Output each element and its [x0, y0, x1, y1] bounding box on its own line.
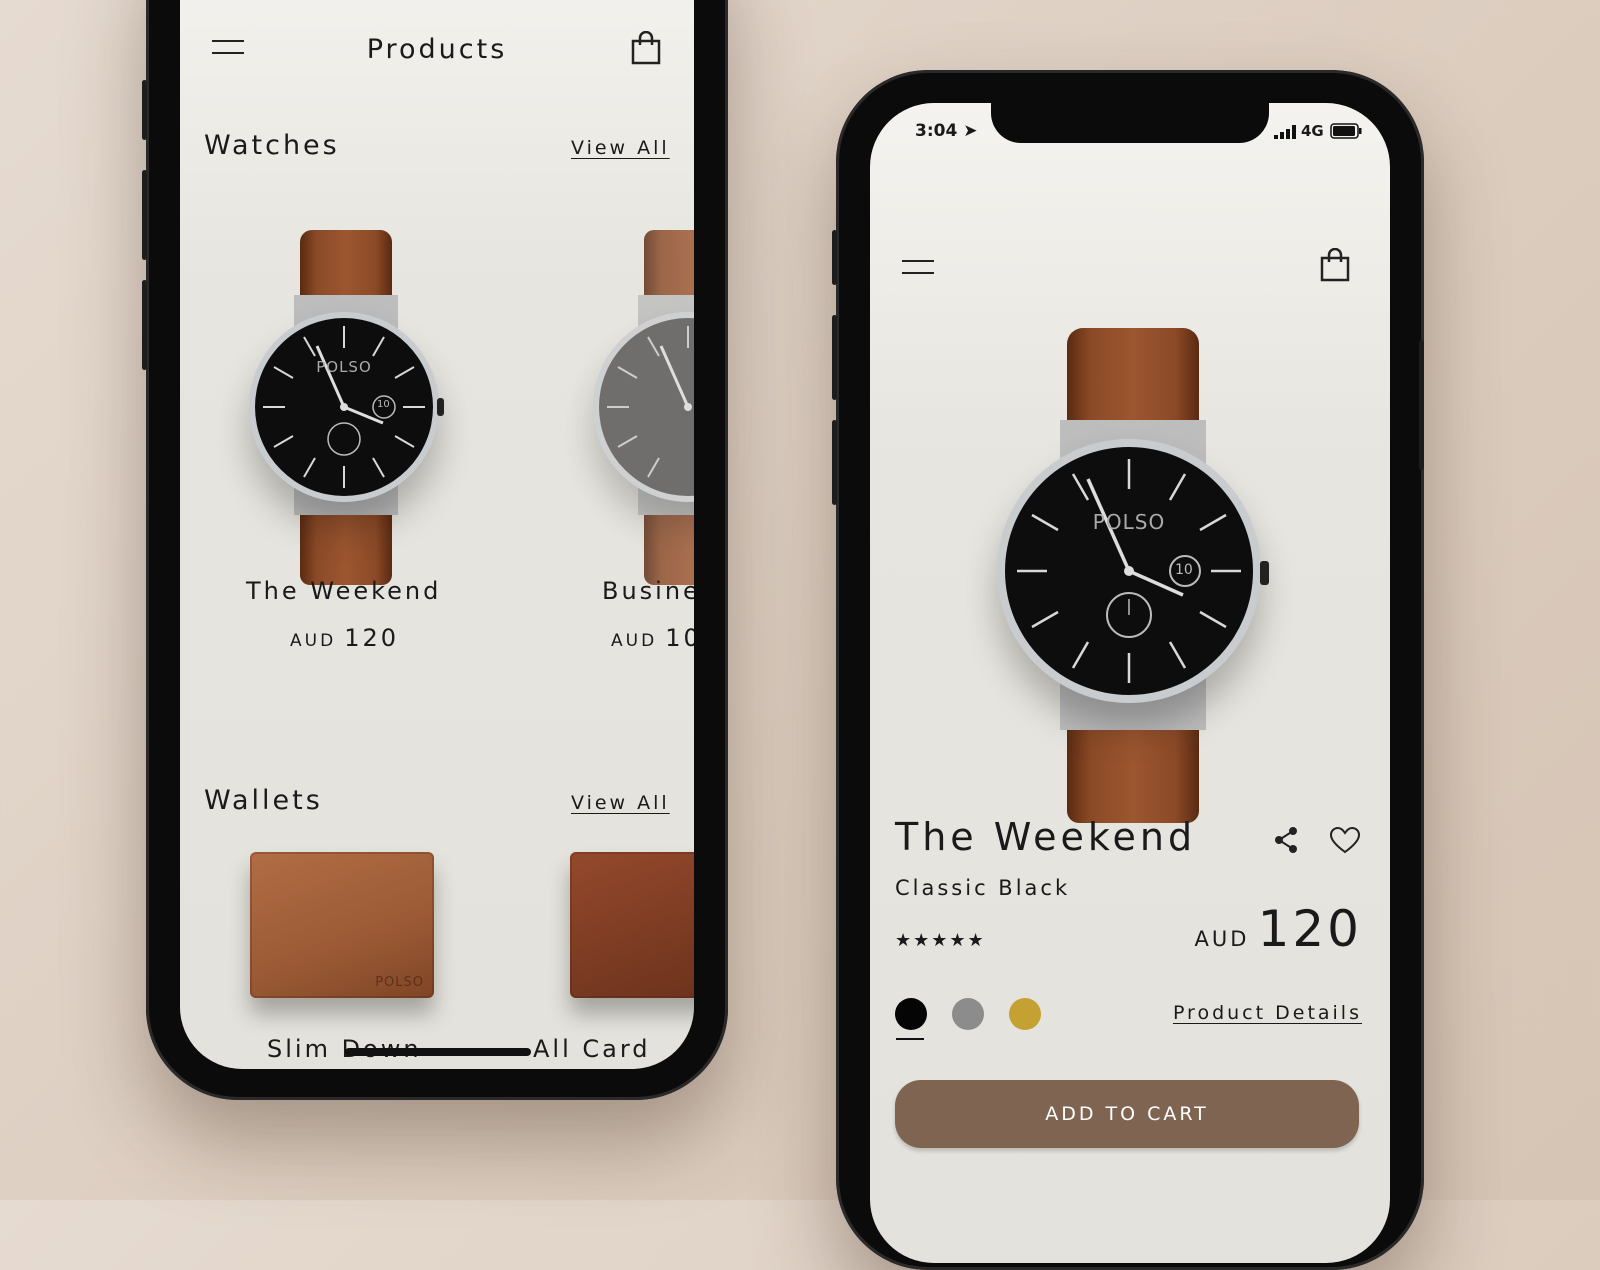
watch-face [1017, 459, 1241, 683]
share-icon[interactable] [1273, 826, 1299, 854]
wallet-product-image[interactable]: POLSO [250, 852, 434, 998]
swatch-black[interactable] [895, 998, 927, 1030]
location-arrow-icon: ➤ [963, 121, 978, 141]
price-value: 10 [665, 624, 694, 652]
product-name: All Card [533, 1035, 651, 1063]
watch-crown [1260, 561, 1269, 585]
page-title: Products [366, 34, 508, 65]
currency-label: AUD [611, 631, 658, 651]
side-button [142, 280, 147, 370]
side-button [142, 170, 147, 260]
shopping-bag-icon[interactable] [631, 31, 661, 65]
network-type: 4G [1301, 122, 1324, 140]
rating-stars: ★★★★★ [895, 930, 986, 951]
product-title: The Weekend [895, 815, 1197, 859]
watches-heading: Watches [204, 130, 340, 161]
wallets-heading: Wallets [204, 785, 323, 816]
products-screen: Products Watches View All POLSO 10 The W… [180, 0, 694, 1069]
swatch-gold[interactable] [1009, 998, 1041, 1030]
watches-view-all-link[interactable]: View All [571, 137, 670, 159]
product-price: AUD 120 [1195, 900, 1362, 958]
side-button [832, 230, 837, 285]
watch-product-image[interactable]: POLSO 10 [246, 230, 446, 590]
watch-brand-logo: POLSO [316, 358, 372, 376]
watch-dial: POLSO 10 [1005, 447, 1253, 695]
watch-crown [437, 398, 444, 416]
selected-swatch-indicator [896, 1038, 924, 1040]
wallet-brand-logo: POLSO [375, 975, 424, 990]
product-detail-screen: 3:04 ➤ 4G POLSO 10 The Weekend Classic B… [870, 103, 1390, 1263]
right-phone: 3:04 ➤ 4G POLSO 10 The Weekend Classic B… [832, 70, 1424, 1270]
side-button [832, 420, 837, 505]
product-name: The Weekend [246, 577, 442, 605]
product-name: Busine [602, 577, 694, 605]
date-window: 10 [1175, 562, 1193, 578]
add-to-cart-button[interactable]: ADD TO CART [895, 1080, 1359, 1148]
shopping-bag-icon[interactable] [1320, 248, 1350, 282]
watch-face [263, 326, 425, 488]
clock-text: 3:04 [915, 121, 958, 141]
product-variant: Classic Black [895, 876, 1071, 900]
signal-strength-icon [1274, 125, 1296, 139]
status-time: 3:04 ➤ [915, 121, 977, 141]
price-value: 120 [1257, 900, 1362, 958]
notch [991, 103, 1269, 143]
home-indicator[interactable] [345, 1048, 531, 1056]
product-details-link[interactable]: Product Details [1173, 1002, 1362, 1024]
wallet-product-image[interactable] [570, 852, 694, 998]
side-button [832, 315, 837, 400]
wallets-view-all-link[interactable]: View All [571, 792, 670, 814]
date-window: 10 [377, 399, 390, 410]
menu-icon[interactable] [902, 260, 934, 278]
watch-product-image: POLSO 10 [995, 328, 1270, 828]
price-value: 120 [344, 624, 400, 652]
currency-label: AUD [1194, 927, 1250, 951]
product-price: AUD 10 [611, 624, 694, 652]
left-phone: Products Watches View All POLSO 10 The W… [142, 0, 728, 1100]
watch-product-image[interactable] [590, 230, 694, 590]
watch-dial: POLSO 10 [255, 318, 433, 496]
watch-dial [599, 318, 694, 496]
swatch-grey[interactable] [952, 998, 984, 1030]
currency-label: AUD [290, 631, 337, 651]
watch-face [607, 326, 692, 478]
side-button [142, 80, 147, 140]
side-button [1419, 340, 1424, 470]
product-price: AUD 120 [290, 624, 399, 652]
watch-brand-logo: POLSO [1092, 510, 1166, 534]
battery-icon [1330, 123, 1362, 139]
heart-icon[interactable] [1330, 827, 1360, 855]
